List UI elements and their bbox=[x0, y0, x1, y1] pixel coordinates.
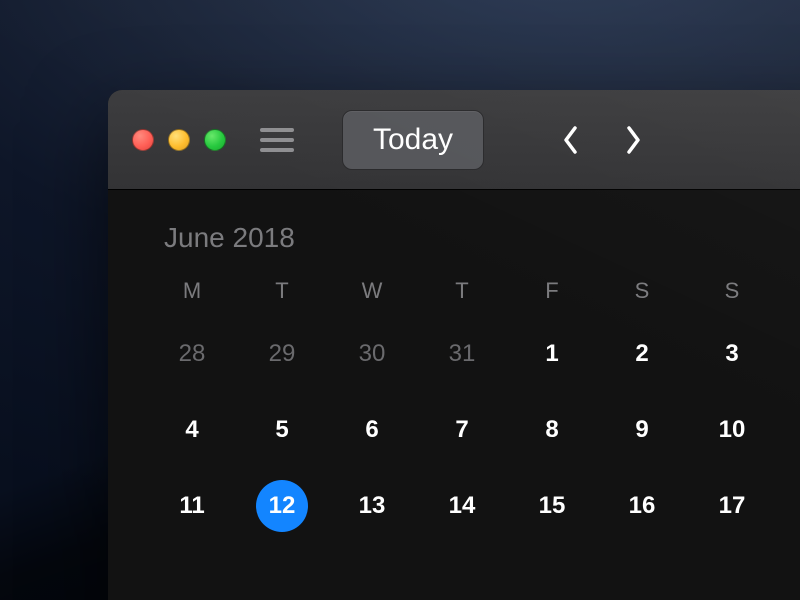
day-number: 6 bbox=[365, 416, 378, 443]
day-cell[interactable]: 6 bbox=[332, 404, 412, 456]
dow-label: S bbox=[692, 278, 772, 304]
day-cell[interactable]: 16 bbox=[602, 480, 682, 532]
calendar-body: June 2018 MTWTFSS28293031123456789101112… bbox=[108, 190, 800, 600]
day-cell[interactable]: 17 bbox=[692, 480, 772, 532]
minimize-icon[interactable] bbox=[168, 129, 190, 151]
day-number: 12 bbox=[256, 480, 308, 532]
day-cell[interactable]: 30 bbox=[332, 328, 412, 380]
day-number: 1 bbox=[545, 340, 558, 367]
day-cell[interactable]: 28 bbox=[152, 328, 232, 380]
dow-label: S bbox=[602, 278, 682, 304]
dow-label: F bbox=[512, 278, 592, 304]
day-number: 17 bbox=[719, 492, 746, 519]
day-number: 3 bbox=[725, 340, 738, 367]
day-cell[interactable]: 11 bbox=[152, 480, 232, 532]
day-number: 13 bbox=[359, 492, 386, 519]
day-number: 15 bbox=[539, 492, 566, 519]
day-number: 5 bbox=[275, 416, 288, 443]
window-controls bbox=[132, 129, 226, 151]
day-number: 2 bbox=[635, 340, 648, 367]
day-number: 16 bbox=[629, 492, 656, 519]
day-number: 9 bbox=[635, 416, 648, 443]
day-cell[interactable]: 2 bbox=[602, 328, 682, 380]
dow-label: W bbox=[332, 278, 412, 304]
day-cell[interactable]: 12 bbox=[242, 480, 322, 532]
day-number: 4 bbox=[185, 416, 198, 443]
day-number: 30 bbox=[359, 340, 386, 367]
day-cell[interactable]: 15 bbox=[512, 480, 592, 532]
dow-label: T bbox=[242, 278, 322, 304]
day-number: 14 bbox=[449, 492, 476, 519]
day-number: 29 bbox=[269, 340, 296, 367]
day-number: 11 bbox=[179, 492, 204, 519]
desktop-wallpaper: Today June 2018 bbox=[0, 0, 800, 600]
day-cell[interactable]: 5 bbox=[242, 404, 322, 456]
day-cell[interactable]: 4 bbox=[152, 404, 232, 456]
window-titlebar: Today bbox=[108, 90, 800, 190]
day-number: 28 bbox=[179, 340, 206, 367]
day-cell[interactable]: 9 bbox=[602, 404, 682, 456]
day-number: 31 bbox=[449, 340, 476, 367]
day-number: 10 bbox=[719, 416, 746, 443]
calendar-grid: MTWTFSS282930311234567891011121314151617 bbox=[150, 278, 800, 532]
day-cell[interactable]: 10 bbox=[692, 404, 772, 456]
day-cell[interactable]: 3 bbox=[692, 328, 772, 380]
day-number: 8 bbox=[545, 416, 558, 443]
month-title: June 2018 bbox=[164, 222, 295, 254]
day-number: 7 bbox=[455, 416, 468, 443]
toolbar-nav bbox=[562, 125, 642, 155]
month-header: June 2018 bbox=[150, 222, 800, 278]
day-cell[interactable]: 7 bbox=[422, 404, 502, 456]
dow-label: T bbox=[422, 278, 502, 304]
today-button[interactable]: Today bbox=[342, 110, 484, 170]
day-cell[interactable]: 31 bbox=[422, 328, 502, 380]
close-icon[interactable] bbox=[132, 129, 154, 151]
next-icon[interactable] bbox=[624, 125, 642, 155]
zoom-icon[interactable] bbox=[204, 129, 226, 151]
calendar-window: Today June 2018 bbox=[108, 90, 800, 600]
dow-label: M bbox=[152, 278, 232, 304]
menu-icon[interactable] bbox=[260, 128, 294, 152]
day-cell[interactable]: 1 bbox=[512, 328, 592, 380]
day-cell[interactable]: 13 bbox=[332, 480, 412, 532]
day-cell[interactable]: 14 bbox=[422, 480, 502, 532]
day-cell[interactable]: 8 bbox=[512, 404, 592, 456]
day-cell[interactable]: 29 bbox=[242, 328, 322, 380]
prev-icon[interactable] bbox=[562, 125, 580, 155]
